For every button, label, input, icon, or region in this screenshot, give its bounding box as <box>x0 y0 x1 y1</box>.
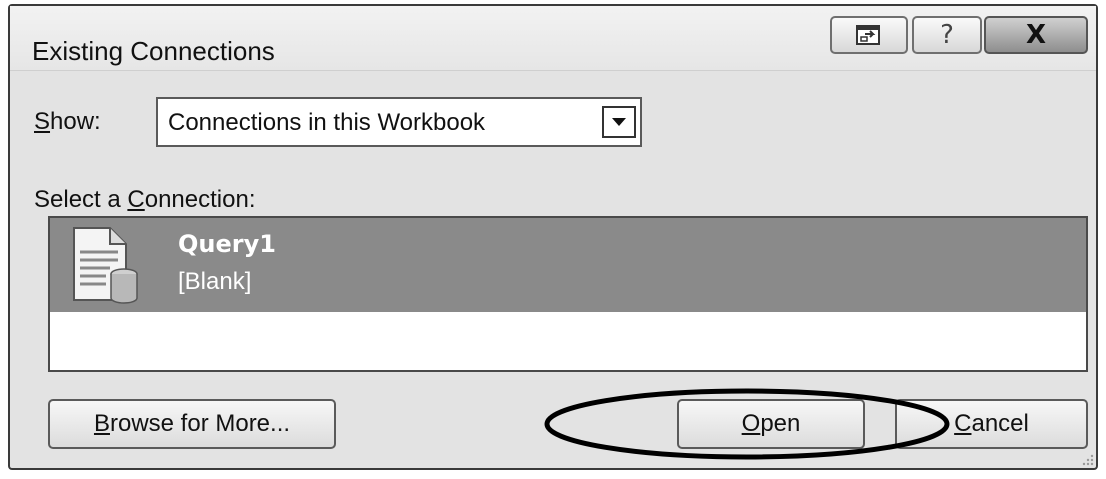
browse-for-more-button[interactable]: Browse for More... <box>48 399 336 449</box>
connection-list[interactable]: Query1 [Blank] <box>48 216 1088 372</box>
data-document-icon <box>73 227 138 304</box>
help-button[interactable]: ? <box>912 16 982 54</box>
chevron-down-icon <box>612 118 626 126</box>
select-connection-label: Select a Connection: <box>34 186 256 213</box>
cancel-button[interactable]: Cancel <box>895 399 1088 449</box>
dialog-title: Existing Connections <box>32 36 275 66</box>
open-button[interactable]: Open <box>677 399 865 449</box>
connection-name: Query1 <box>178 230 276 258</box>
close-icon: X <box>1025 20 1047 50</box>
restore-window-icon <box>856 25 880 45</box>
restore-button[interactable] <box>830 16 908 54</box>
existing-connections-dialog: Existing Connections ? X Show: Connectio… <box>8 4 1098 470</box>
list-item[interactable]: Query1 [Blank] <box>50 218 1086 312</box>
show-select-value: Connections in this Workbook <box>168 109 486 136</box>
title-bar[interactable]: Existing Connections ? X <box>10 6 1096 71</box>
close-button[interactable]: X <box>984 16 1088 54</box>
show-label: Show: <box>34 108 101 135</box>
help-icon: ? <box>940 20 954 50</box>
resize-grip-icon[interactable] <box>1080 452 1094 466</box>
show-select[interactable]: Connections in this Workbook <box>156 97 642 147</box>
connection-description: [Blank] <box>178 268 252 295</box>
show-dropdown-button[interactable] <box>602 106 636 138</box>
